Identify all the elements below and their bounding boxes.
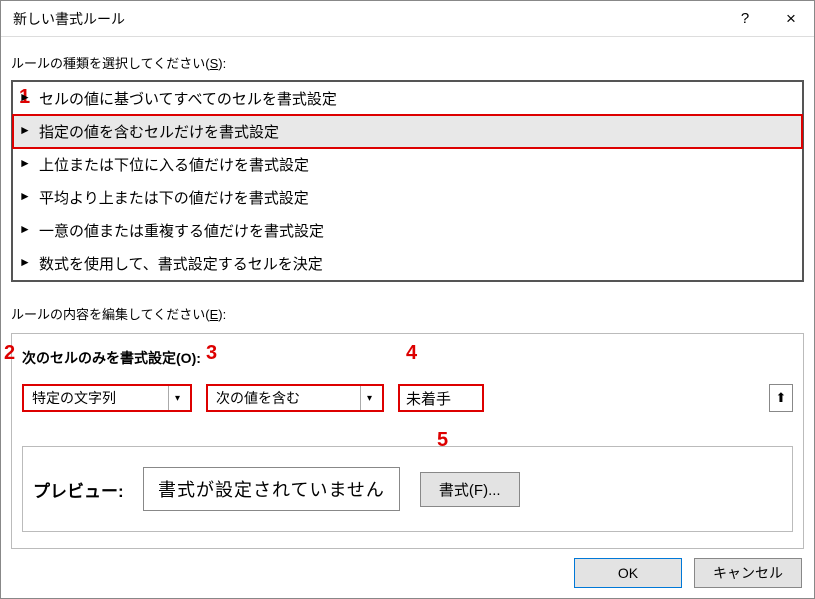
ok-button[interactable]: OK: [574, 558, 682, 588]
titlebar: 新しい書式ルール ? ×: [1, 1, 814, 37]
cancel-button[interactable]: キャンセル: [694, 558, 802, 588]
value-input[interactable]: 未着手: [398, 384, 484, 412]
rule-type-label: ルールの種類を選択してください(S):: [11, 53, 804, 72]
arrow-icon: ►: [19, 255, 31, 269]
edit-area: 2 3 4 次のセルのみを書式設定(O): 特定の文字列 ▾ 次の値を含む ▾ …: [11, 333, 804, 549]
arrow-icon: ►: [19, 189, 31, 203]
preview-box: 書式が設定されていません: [143, 467, 400, 511]
rule-item-label: セルの値に基づいてすべてのセルを書式設定: [39, 91, 337, 108]
preview-section: 5 プレビュー: 書式が設定されていません 書式(F)...: [22, 446, 793, 532]
input-value-text: 未着手: [406, 388, 451, 409]
arrow-icon: ►: [19, 123, 31, 137]
annotation-2: 2: [4, 342, 15, 365]
annotation-5: 5: [437, 429, 448, 452]
annotation-3: 3: [206, 342, 217, 365]
combo-value: 次の値を含む: [216, 388, 360, 408]
rule-item-5[interactable]: ► 数式を使用して、書式設定するセルを決定: [13, 247, 802, 280]
rule-item-label: 一意の値または重複する値だけを書式設定: [39, 223, 324, 240]
dialog-footer: OK キャンセル: [574, 558, 802, 588]
content: ルールの種類を選択してください(S): 1 ►セルの値に基づいてすべてのセルを書…: [1, 37, 814, 559]
arrow-icon: ►: [19, 156, 31, 170]
preview-label: プレビュー:: [33, 477, 133, 502]
edit-rule-label: ルールの内容を編集してください(E):: [11, 304, 804, 323]
annotation-4: 4: [406, 342, 417, 365]
criteria-type-combo[interactable]: 特定の文字列 ▾: [22, 384, 192, 412]
rule-item-label: 指定の値を含むセルだけを書式設定: [39, 124, 279, 141]
rule-item-4[interactable]: ► 一意の値または重複する値だけを書式設定: [13, 214, 802, 247]
criteria-row: 特定の文字列 ▾ 次の値を含む ▾ 未着手 ⬆: [22, 384, 793, 412]
range-selector-button[interactable]: ⬆: [769, 384, 793, 412]
range-selector-icon: ⬆: [776, 390, 787, 406]
rule-item-label: 数式を使用して、書式設定するセルを決定: [39, 256, 323, 273]
dialog-title: 新しい書式ルール: [13, 9, 722, 29]
arrow-icon: ►: [19, 222, 31, 236]
rule-type-list: 1 ►セルの値に基づいてすべてのセルを書式設定 ►指定の値を含むセルだけを書式設…: [11, 80, 804, 282]
format-button[interactable]: 書式(F)...: [420, 472, 520, 507]
rule-item-1[interactable]: ► 指定の値を含むセルだけを書式設定: [13, 115, 802, 148]
rule-item-label: 平均より上または下の値だけを書式設定: [39, 190, 309, 207]
chevron-down-icon: ▾: [360, 386, 378, 410]
rule-item-2[interactable]: ► 上位または下位に入る値だけを書式設定: [13, 148, 802, 181]
chevron-down-icon: ▾: [168, 386, 186, 410]
close-button[interactable]: ×: [768, 1, 814, 37]
rule-item-3[interactable]: ► 平均より上または下の値だけを書式設定: [13, 181, 802, 214]
arrow-icon: ►: [19, 90, 31, 104]
operator-combo[interactable]: 次の値を含む ▾: [206, 384, 384, 412]
combo-value: 特定の文字列: [32, 388, 168, 408]
help-button[interactable]: ?: [722, 1, 768, 37]
rule-item-0[interactable]: ► セルの値に基づいてすべてのセルを書式設定: [13, 82, 802, 115]
rule-item-label: 上位または下位に入る値だけを書式設定: [39, 157, 309, 174]
